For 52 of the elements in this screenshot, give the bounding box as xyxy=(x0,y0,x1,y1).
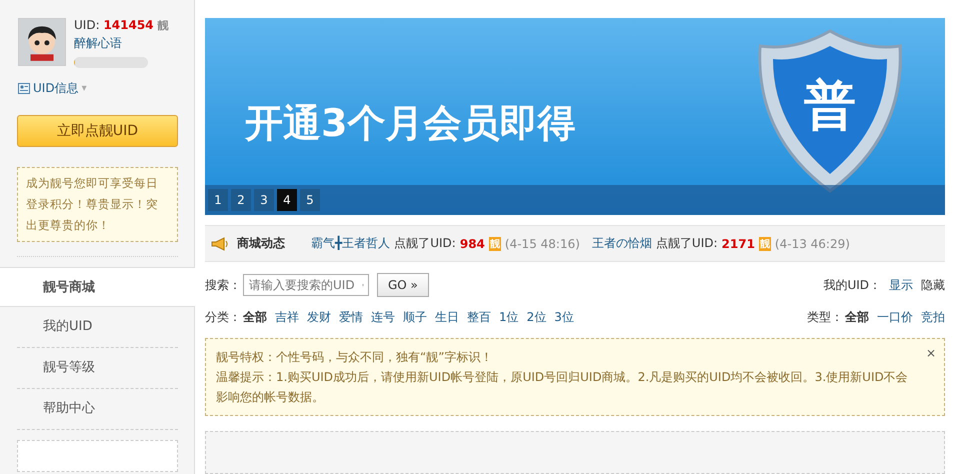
type-label: 类型： xyxy=(807,308,843,326)
uid-number: 984 xyxy=(460,236,485,250)
category-filter[interactable]: 2位 xyxy=(526,308,546,326)
my-uid-label: 我的UID： xyxy=(823,276,881,294)
visibility-option[interactable]: 隐藏 xyxy=(921,276,945,294)
user-link[interactable]: 王者の恰烟 xyxy=(592,235,652,252)
category-filter[interactable]: 生日 xyxy=(435,308,459,326)
promo-note: 成为靓号您即可享受每日登录积分！尊贵显示！突出更尊贵的你！ xyxy=(17,167,178,242)
category-filter[interactable]: 连号 xyxy=(371,308,395,326)
category-filter[interactable]: 发财 xyxy=(307,308,331,326)
event-text: 点靓了UID: xyxy=(394,235,456,252)
uid-number: 2171 xyxy=(722,236,755,250)
nav-item[interactable]: 靓号商城 xyxy=(0,267,195,307)
notice-text: 温馨提示：1.购买UID成功后，请使用新UID帐号登陆，原UID号回归UID商城。2.凡是购买的UID均不会被收回。3.使用新UID不会影响您的帐号数据。 xyxy=(216,369,909,406)
search-label: 搜索： xyxy=(205,276,241,294)
banner-headline: 开通3个月会员即得 xyxy=(245,100,576,147)
caret-icon: ▾ xyxy=(82,83,87,94)
category-filter[interactable]: 3位 xyxy=(554,308,574,326)
close-button[interactable]: × xyxy=(926,343,936,363)
ticker-title: 商城动态 xyxy=(237,235,285,252)
megaphone-icon xyxy=(211,236,229,250)
go-button[interactable]: GO » xyxy=(377,273,429,297)
user-name[interactable]: 醉解心语 xyxy=(74,35,168,52)
event-text: 点靓了UID: xyxy=(656,235,718,252)
avatar-icon xyxy=(18,18,66,66)
category-filter[interactable]: 爱情 xyxy=(339,308,363,326)
nav-item[interactable]: 靓号等级 xyxy=(17,348,178,389)
event-time: (4-15 48:16) xyxy=(504,236,580,250)
uid-number: 141454 xyxy=(103,18,154,32)
id-card-icon xyxy=(18,83,30,94)
badge-icon: 靓 xyxy=(157,19,168,32)
type-filter[interactable]: 全部 xyxy=(845,308,869,326)
category-filter[interactable]: 吉祥 xyxy=(275,308,299,326)
category-filter[interactable]: 顺子 xyxy=(403,308,427,326)
nav-item[interactable]: 帮助中心 xyxy=(17,389,178,430)
cta-button[interactable]: 立即点靓UID xyxy=(17,115,178,147)
badge-icon: 靓 xyxy=(488,236,501,250)
type-filter[interactable]: 一口价 xyxy=(877,308,913,326)
category-filter[interactable]: 全部 xyxy=(243,308,267,326)
user-link[interactable]: 霸气╋王者哲人 xyxy=(311,235,390,252)
visibility-option[interactable]: 显示 xyxy=(889,276,913,294)
search-field[interactable]: 请输入要搜索的UID xyxy=(243,274,369,296)
category-label: 分类： xyxy=(205,308,241,326)
notice-text: 靓号特权：个性号码，与众不同，独有“靓”字标识！ xyxy=(216,349,494,366)
category-filter[interactable]: 整百 xyxy=(467,308,491,326)
category-filter[interactable]: 1位 xyxy=(499,308,519,326)
uid-info-dropdown[interactable]: UID信息 ▾ xyxy=(18,80,194,97)
badge-icon: 靓 xyxy=(758,236,771,250)
nav-item[interactable]: 我的UID xyxy=(17,307,178,348)
type-filter[interactable]: 竞拍 xyxy=(921,308,945,326)
uid-label: UID: xyxy=(74,18,100,32)
event-time: (4-13 46:29) xyxy=(774,236,850,250)
